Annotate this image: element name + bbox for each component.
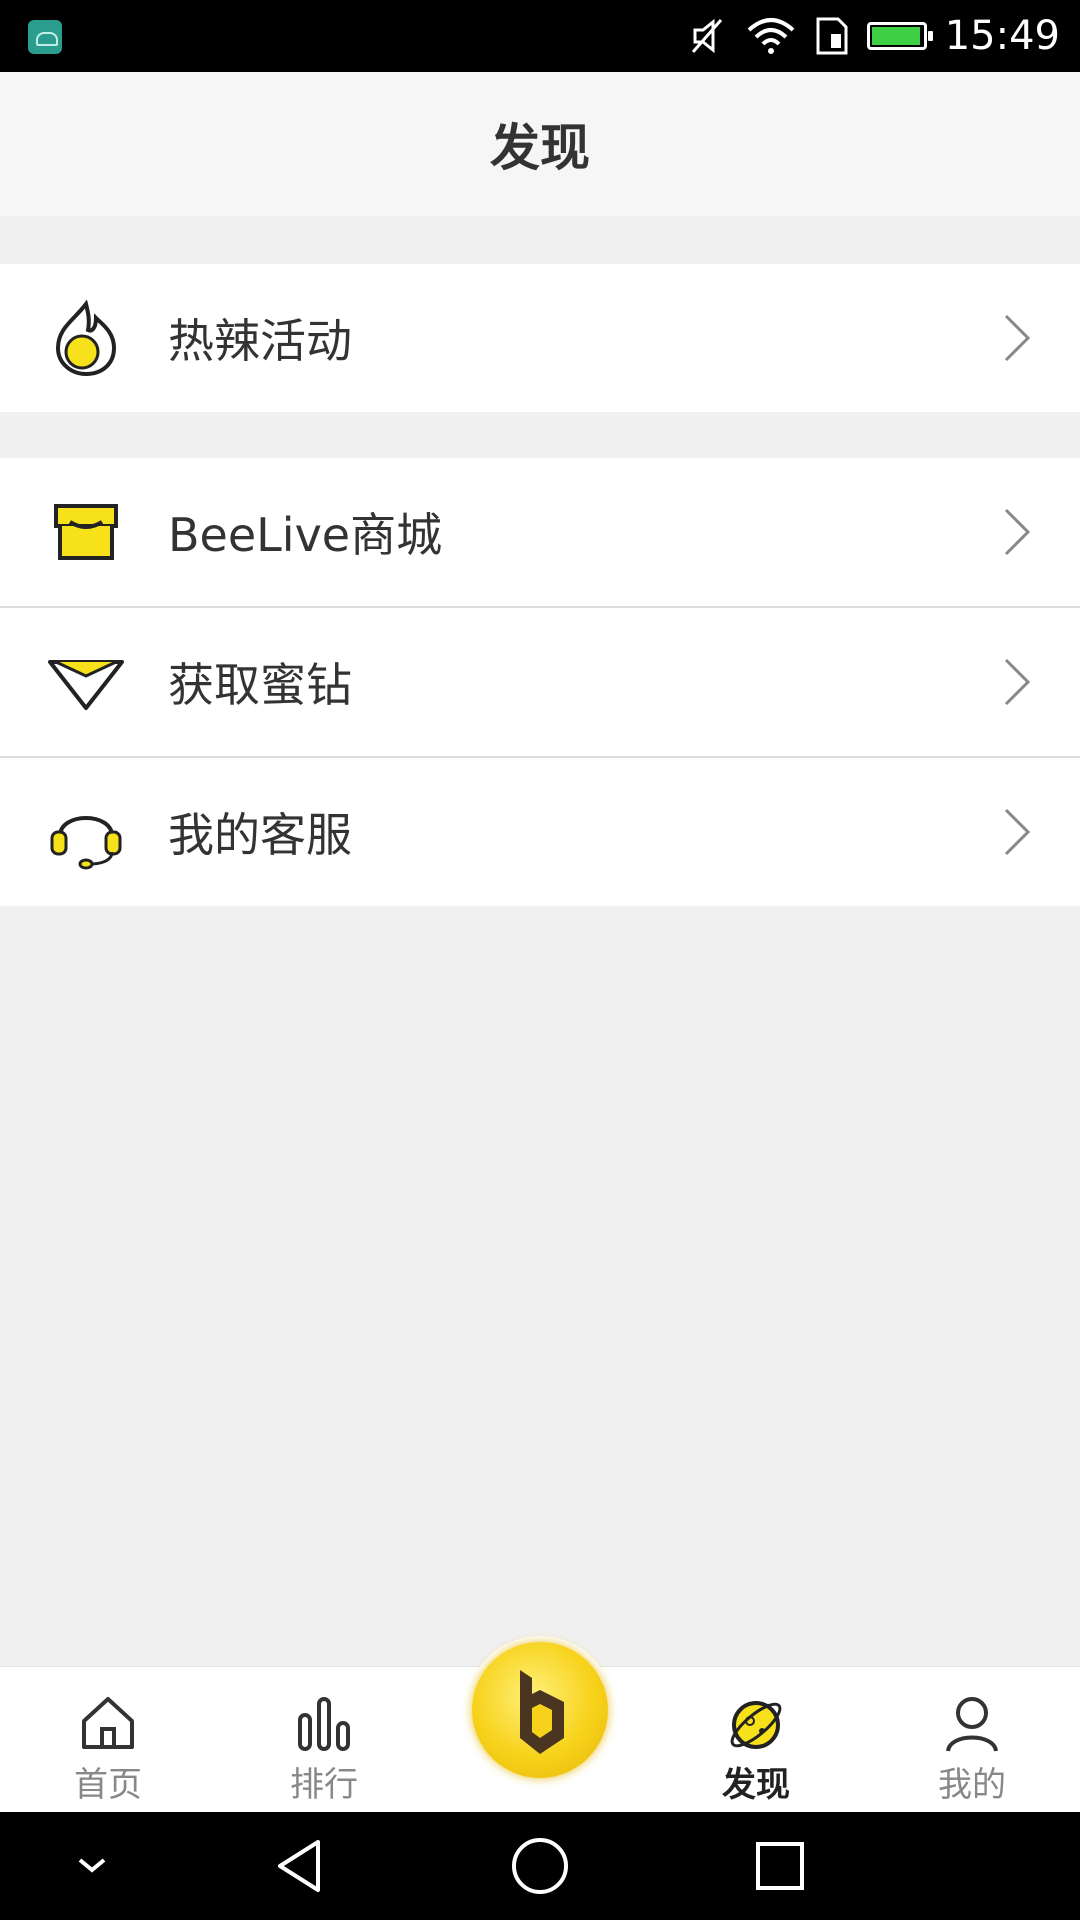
menu-item-label: 获取蜜钻 — [168, 658, 352, 712]
tab-home[interactable]: 首页 — [18, 1667, 198, 1813]
battery-icon — [866, 22, 933, 50]
shop-icon — [54, 504, 118, 560]
tab-ranking[interactable]: 排行 — [234, 1667, 414, 1813]
mute-icon — [691, 18, 722, 54]
tab-label: 我的 — [938, 1765, 1006, 1805]
tab-label: 首页 — [74, 1765, 142, 1805]
chevron-down-icon[interactable] — [62, 1836, 122, 1896]
tab-profile[interactable]: 我的 — [882, 1667, 1062, 1813]
planet-icon — [730, 1701, 782, 1749]
home-icon — [82, 1697, 134, 1749]
recents-icon[interactable] — [750, 1836, 810, 1896]
top-header: 发现 — [0, 72, 1080, 216]
status-bar: 15:49 — [0, 0, 1080, 72]
discover-screen: 15:49 发现 热辣活动 BeeLive商城 获取蜜钻 我的客服 首页 排行 … — [0, 0, 1080, 1920]
system-navigation-bar — [0, 1812, 1080, 1920]
chevron-right-icon — [1004, 808, 1031, 856]
diamond-icon — [48, 660, 124, 710]
menu-item-label: BeeLive商城 — [168, 508, 443, 562]
wifi-icon — [747, 18, 795, 54]
beelive-logo-icon — [520, 1670, 564, 1754]
tab-label: 发现 — [722, 1765, 790, 1805]
flame-icon — [55, 299, 117, 377]
menu-item-hot-events[interactable]: 热辣活动 — [0, 264, 1080, 412]
center-button-face — [472, 1642, 608, 1778]
ranking-icon — [298, 1697, 350, 1751]
center-action-button[interactable] — [466, 1636, 614, 1784]
android-notification-icon — [28, 20, 62, 54]
chevron-right-icon — [1004, 658, 1031, 706]
tab-discover[interactable]: 发现 — [666, 1667, 846, 1813]
chevron-right-icon — [1004, 508, 1031, 556]
back-icon[interactable] — [270, 1836, 330, 1896]
menu-item-label: 我的客服 — [168, 808, 352, 862]
status-indicators: 15:49 — [687, 10, 1060, 62]
menu-item-label: 热辣活动 — [168, 314, 352, 368]
page-title: 发现 — [490, 119, 590, 177]
chevron-right-icon — [1004, 314, 1031, 362]
headset-icon — [50, 816, 122, 870]
sim-card-icon — [816, 17, 848, 55]
tab-label: 排行 — [290, 1765, 358, 1805]
menu-item-beelive-mall[interactable]: BeeLive商城 — [0, 458, 1080, 606]
profile-icon — [946, 1697, 998, 1752]
home-circle-icon[interactable] — [510, 1836, 570, 1896]
menu-item-get-diamonds[interactable]: 获取蜜钻 — [0, 608, 1080, 756]
menu-item-customer-service[interactable]: 我的客服 — [0, 758, 1080, 906]
status-time: 15:49 — [944, 13, 1060, 59]
